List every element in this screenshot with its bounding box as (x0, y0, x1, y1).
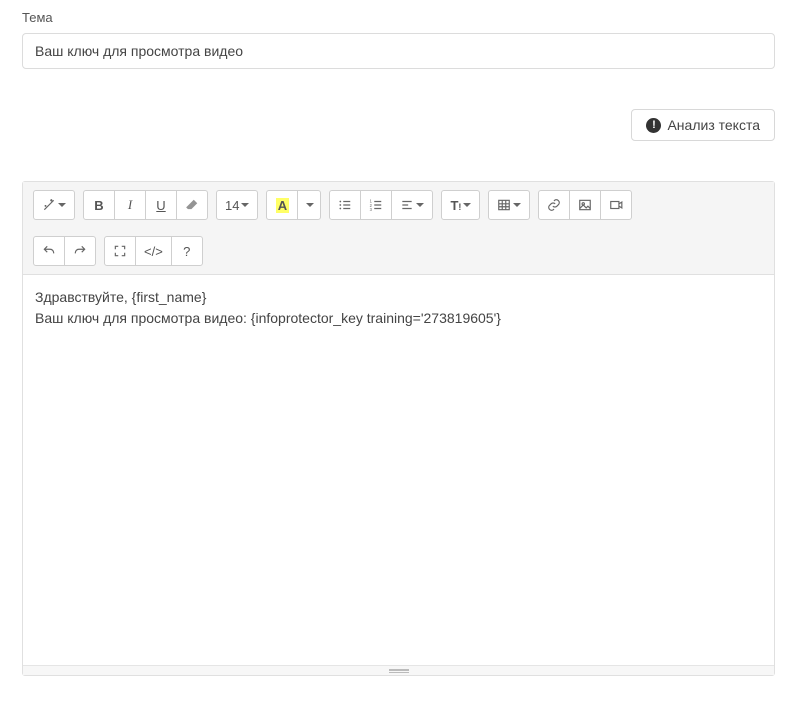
svg-text:3: 3 (370, 207, 373, 212)
undo-icon (42, 244, 56, 258)
eraser-button[interactable] (176, 190, 208, 220)
picture-button[interactable] (569, 190, 601, 220)
subject-label: Тема (22, 10, 775, 25)
redo-icon (73, 244, 87, 258)
unordered-list-button[interactable] (329, 190, 361, 220)
link-button[interactable] (538, 190, 570, 220)
underline-icon: U (156, 198, 165, 213)
ol-icon: 123 (369, 198, 383, 212)
eraser-icon (185, 198, 199, 212)
italic-button[interactable]: I (114, 190, 146, 220)
picture-icon (578, 198, 592, 212)
font-color-icon: A (276, 198, 289, 213)
video-button[interactable] (600, 190, 632, 220)
info-icon: ! (646, 118, 661, 133)
rich-text-editor: B I U 14 A 123 (22, 181, 775, 676)
grip-icon (389, 669, 409, 673)
font-color-button[interactable]: A (266, 190, 298, 220)
bold-button[interactable]: B (83, 190, 115, 220)
magic-wand-icon (42, 198, 56, 212)
align-icon (400, 198, 414, 212)
font-color-dropdown[interactable] (297, 190, 321, 220)
ul-icon (338, 198, 352, 212)
editor-line: Здравствуйте, {first_name} (35, 287, 762, 308)
table-icon (497, 198, 511, 212)
fullscreen-icon (113, 244, 127, 258)
code-view-button[interactable]: </> (135, 236, 172, 266)
video-icon (609, 198, 623, 212)
underline-button[interactable]: U (145, 190, 177, 220)
paragraph-align-button[interactable] (391, 190, 433, 220)
toolbar: B I U 14 A 123 (23, 182, 774, 275)
analyze-text-label: Анализ текста (667, 117, 760, 133)
heading-icon: T! (450, 198, 461, 213)
font-size-button[interactable]: 14 (216, 190, 258, 220)
italic-icon: I (128, 197, 132, 213)
editor-content[interactable]: Здравствуйте, {first_name} Ваш ключ для … (23, 275, 774, 665)
resize-handle[interactable] (23, 665, 774, 675)
link-icon (547, 198, 561, 212)
help-button[interactable]: ? (171, 236, 203, 266)
help-icon: ? (183, 244, 190, 259)
analyze-text-button[interactable]: ! Анализ текста (631, 109, 775, 141)
undo-button[interactable] (33, 236, 65, 266)
ordered-list-button[interactable]: 123 (360, 190, 392, 220)
heading-style-button[interactable]: T! (441, 190, 480, 220)
fullscreen-button[interactable] (104, 236, 136, 266)
code-icon: </> (144, 244, 163, 259)
font-size-value: 14 (225, 198, 239, 213)
subject-input[interactable] (22, 33, 775, 69)
editor-line: Ваш ключ для просмотра видео: {infoprote… (35, 308, 762, 329)
magic-button[interactable] (33, 190, 75, 220)
bold-icon: B (94, 198, 103, 213)
redo-button[interactable] (64, 236, 96, 266)
table-button[interactable] (488, 190, 530, 220)
